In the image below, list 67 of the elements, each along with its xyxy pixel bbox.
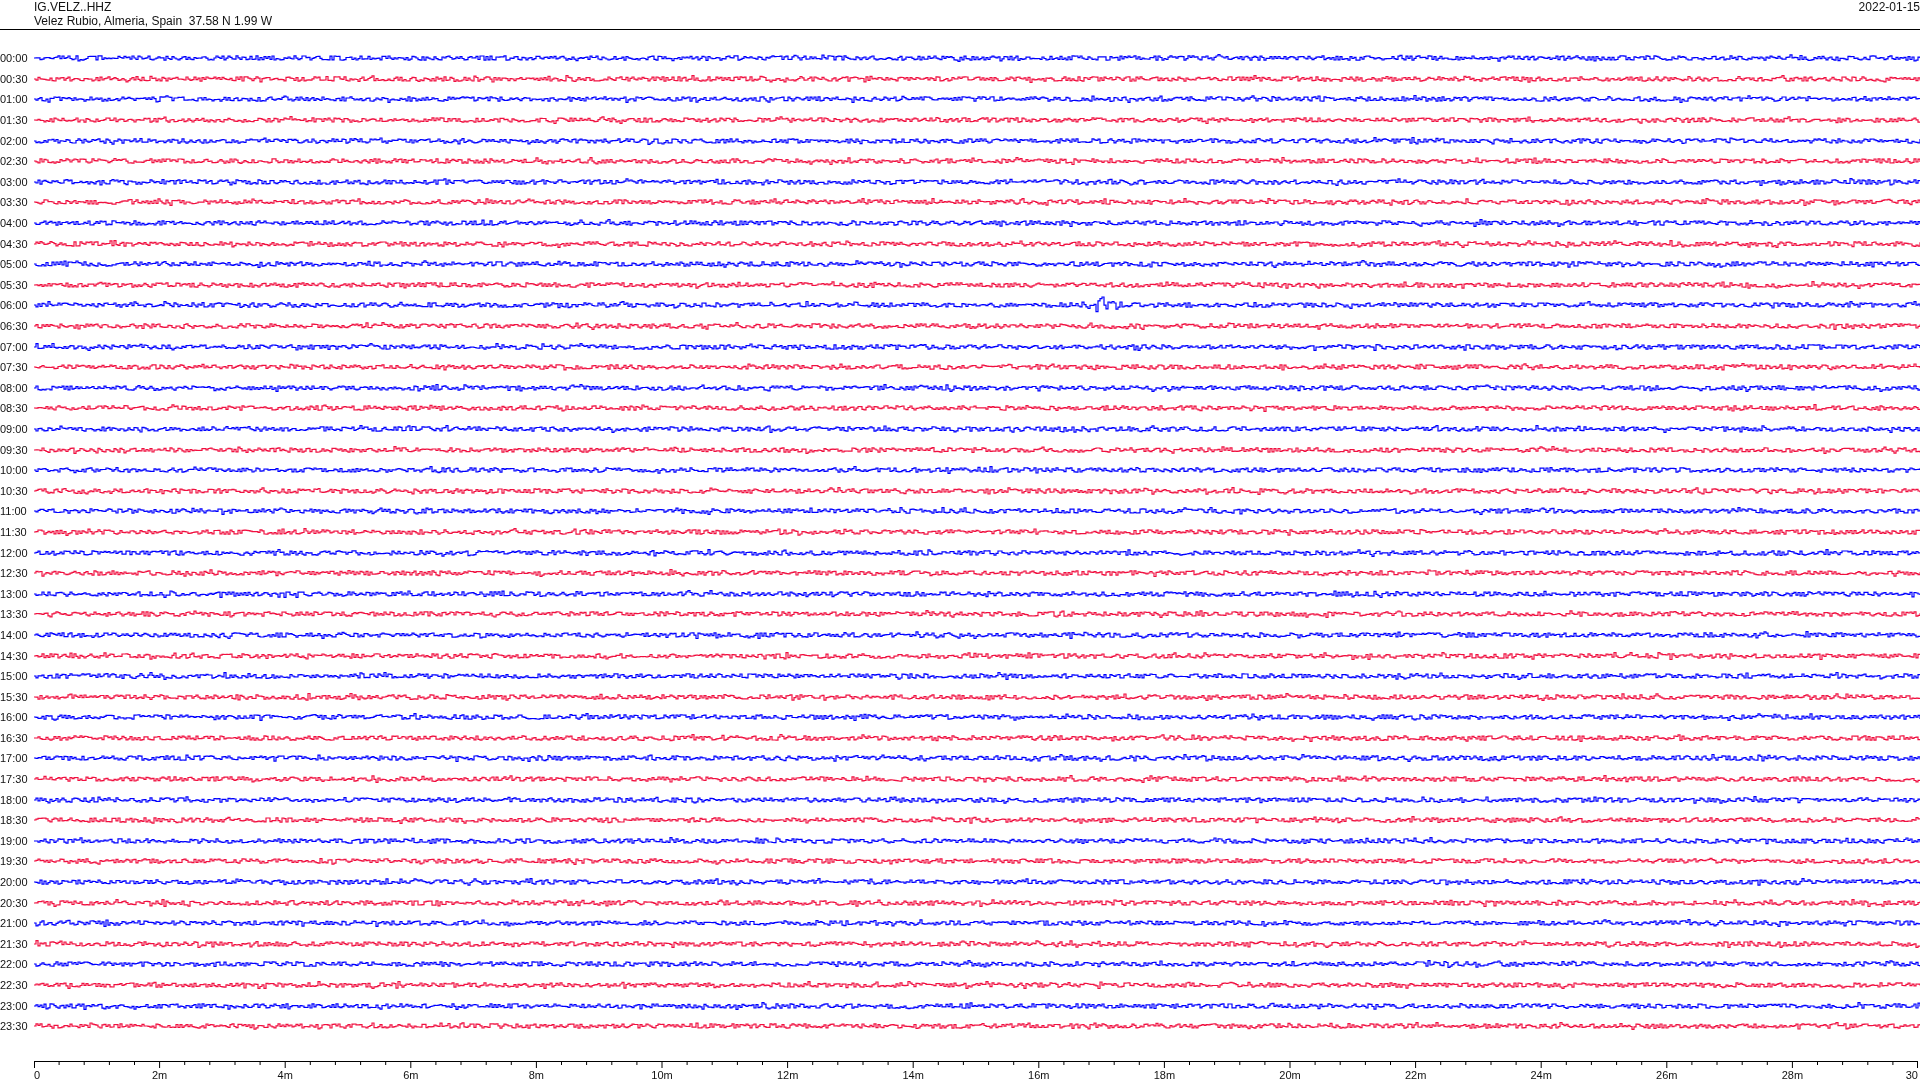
time-label: 02:30	[0, 155, 29, 168]
station-location: Velez Rubio, Almeria, Spain 37.58 N 1.99 W	[34, 14, 273, 28]
time-label: 09:00	[0, 423, 29, 435]
time-label: 11:00	[0, 505, 28, 518]
time-label: 18:00	[0, 793, 29, 806]
time-label: 01:00	[0, 93, 29, 106]
time-label: 03:30	[0, 196, 29, 209]
time-label: 23:30	[0, 1020, 29, 1033]
time-label: 04:30	[0, 237, 29, 250]
time-label: 13:30	[0, 608, 29, 621]
tick-label: 24m	[1530, 1068, 1552, 1080]
tick-label: 14m	[902, 1068, 924, 1080]
tick-label: 10m	[651, 1068, 673, 1080]
time-label: 11:30	[0, 525, 28, 538]
time-label: 21:00	[0, 917, 29, 930]
tick-label: 26m	[1656, 1068, 1678, 1080]
time-label: 08:30	[0, 402, 29, 415]
time-label: 19:00	[0, 834, 29, 847]
time-label: 01:30	[0, 114, 29, 127]
time-label: 05:30	[0, 278, 29, 291]
tick-label: 0	[34, 1068, 41, 1080]
tick-label: 22m	[1404, 1068, 1427, 1080]
time-label: 16:30	[0, 731, 29, 744]
time-label: 20:00	[0, 876, 29, 889]
time-label: 06:00	[0, 299, 29, 312]
time-label: 04:00	[0, 217, 29, 230]
time-label: 18:30	[0, 814, 29, 827]
time-label: 23:00	[0, 999, 29, 1012]
time-label: 15:00	[0, 670, 29, 683]
station-code: IG.VELZ..HHZ	[34, 0, 113, 14]
time-label: 00:30	[0, 72, 29, 85]
time-label: 03:00	[0, 175, 29, 188]
time-label: 06:30	[0, 320, 29, 332]
time-label: 12:30	[0, 567, 29, 580]
time-label: 10:00	[0, 464, 29, 477]
time-label: 20:30	[0, 896, 29, 909]
tick-label: 12m	[776, 1068, 799, 1080]
time-label: 22:00	[0, 958, 29, 971]
time-label: 17:00	[0, 752, 29, 765]
time-label: 17:30	[0, 773, 29, 786]
time-label: 19:30	[0, 855, 29, 868]
tick-label: 16m	[1028, 1068, 1050, 1080]
time-label: 22:30	[0, 979, 29, 991]
time-label: 15:30	[0, 690, 29, 703]
time-label: 07:00	[0, 340, 29, 353]
time-label: 10:30	[0, 484, 29, 497]
time-label: 07:30	[0, 361, 29, 374]
time-label: 02:00	[0, 134, 29, 147]
tick-label: 8m	[528, 1068, 545, 1080]
tick-label: 18m	[1153, 1068, 1176, 1080]
time-label: 14:00	[0, 628, 29, 641]
time-label: 09:30	[0, 443, 29, 456]
time-label: 05:00	[0, 258, 29, 271]
date-label: 2022-01-15	[1858, 0, 1920, 14]
tick-label: 6m	[403, 1068, 419, 1080]
tick-label: 20m	[1279, 1068, 1301, 1080]
time-label: 08:00	[0, 381, 29, 394]
time-label: 14:30	[0, 649, 29, 662]
tick-label: 2m	[151, 1068, 168, 1080]
tick-label: 30	[1905, 1068, 1918, 1080]
time-label: 12:00	[0, 546, 29, 559]
tick-label: 28m	[1781, 1068, 1804, 1080]
time-label: 21:30	[0, 937, 29, 950]
time-label: 13:00	[0, 587, 29, 600]
time-label: 00:00	[0, 52, 29, 65]
time-label: 16:00	[0, 711, 29, 724]
tick-label: 4m	[277, 1068, 293, 1080]
